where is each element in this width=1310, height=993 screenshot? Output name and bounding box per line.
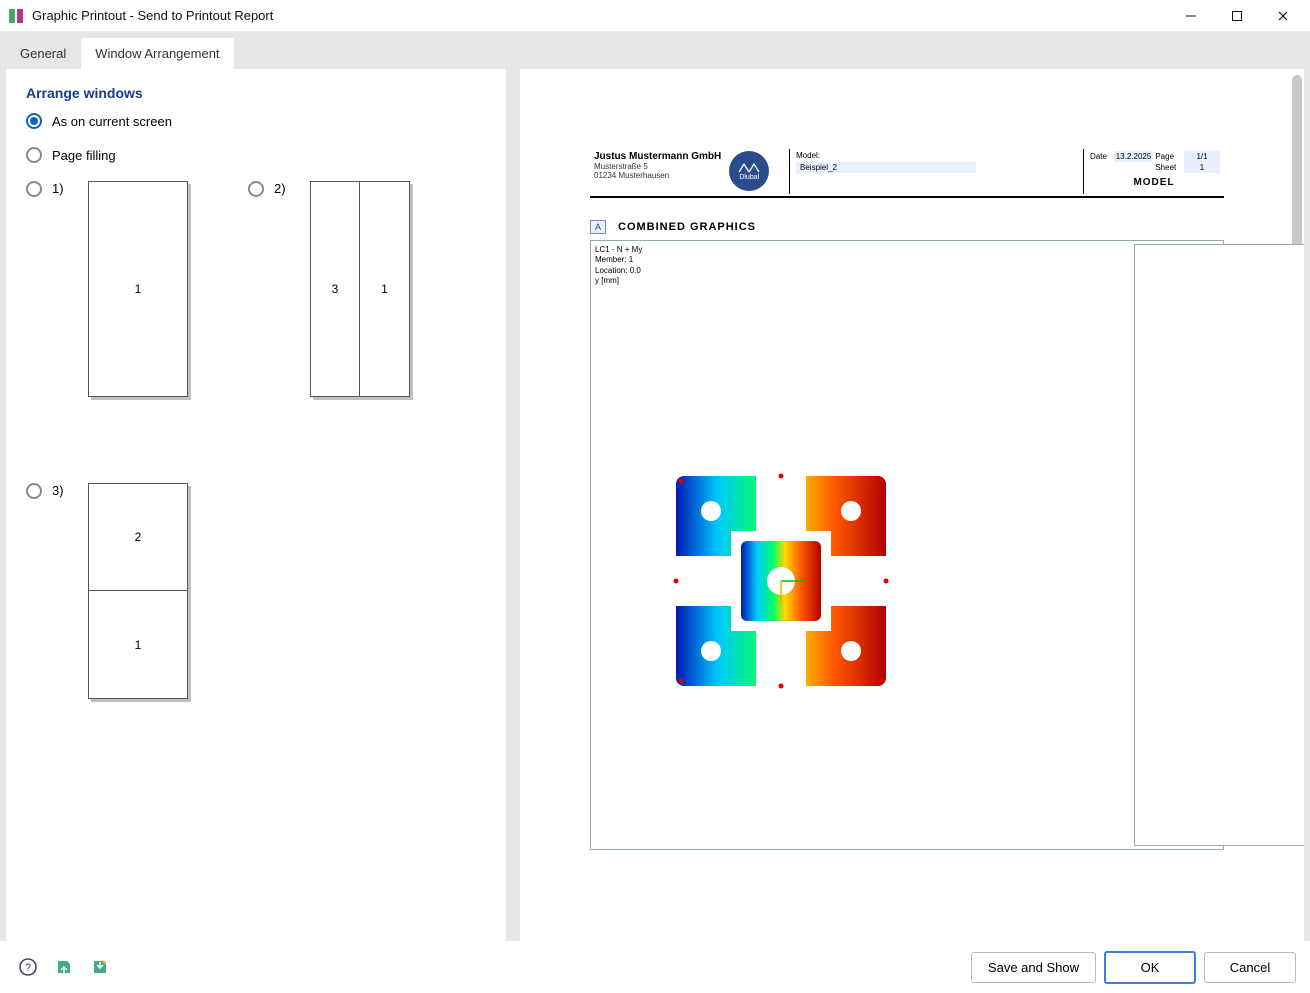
preview-panel: Justus Mustermann GmbH Musterstraße 5 01…: [520, 69, 1304, 941]
info-line-1: LC1 - N + My: [595, 245, 642, 255]
radio-as-on-current-screen[interactable]: [26, 113, 42, 129]
info-line-4: y [mm]: [595, 276, 642, 286]
section-title: Arrange windows: [26, 85, 486, 101]
company-addr1: Musterstraße 5: [594, 162, 721, 171]
radio-layout-2[interactable]: [248, 181, 264, 197]
preview-pane-3b: 1: [89, 591, 187, 698]
info-line-3: Location: 0.0: [595, 266, 642, 276]
bottom-bar: ? Save and Show OK Cancel: [0, 941, 1310, 993]
dlubal-logo-icon: Dlubal: [729, 151, 769, 191]
radio-layout-3[interactable]: [26, 483, 42, 499]
tab-window-arrangement[interactable]: Window Arrangement: [81, 38, 233, 69]
preview-layout-1[interactable]: 1: [88, 181, 188, 397]
svg-text:?: ?: [25, 962, 31, 974]
maximize-button[interactable]: [1214, 0, 1260, 32]
graphic-info: LC1 - N + My Member: 1 Location: 0.0 y […: [595, 245, 642, 287]
logo-text: Dlubal: [739, 174, 759, 181]
preview-pane-2l: 3: [311, 182, 360, 396]
radio-layout-2-label: 2): [274, 181, 300, 196]
radio-as-on-current-screen-label[interactable]: As on current screen: [52, 114, 172, 129]
sheet-label: Sheet: [1153, 162, 1184, 173]
export-settings-button[interactable]: [86, 953, 114, 981]
save-and-show-button[interactable]: Save and Show: [971, 952, 1096, 983]
options-panel: Arrange windows As on current screen Pag…: [6, 69, 506, 941]
section-title-text: COMBINED GRAPHICS: [618, 221, 756, 233]
minimize-button[interactable]: [1168, 0, 1214, 32]
model-value: Beispiel_2: [796, 162, 976, 173]
help-button[interactable]: ?: [14, 953, 42, 981]
date-label: Date: [1088, 151, 1114, 162]
document-page: Justus Mustermann GmbH Musterstraße 5 01…: [580, 129, 1234, 941]
titlebar: Graphic Printout - Send to Printout Repo…: [0, 0, 1310, 32]
ok-button[interactable]: OK: [1104, 951, 1196, 984]
graphic-frame-1: LC1 - N + My Member: 1 Location: 0.0 y […: [590, 240, 1224, 850]
app-icon: [8, 8, 24, 24]
section-marker: A: [590, 220, 606, 234]
sheet-value: 1: [1184, 162, 1220, 173]
graphic-frame-2: Section Properties | Ordinates y [mm] 30…: [1134, 244, 1304, 846]
preview-layout-3[interactable]: 2 1: [88, 483, 188, 699]
section-header: A COMBINED GRAPHICS: [590, 220, 1224, 234]
page-label: Page: [1153, 151, 1184, 162]
page-value: 1/1: [1184, 151, 1220, 162]
document-header: Justus Mustermann GmbH Musterstraße 5 01…: [590, 149, 1224, 198]
cross-section-render: [671, 471, 891, 691]
preview-pane-3t: 2: [89, 484, 187, 591]
preview-pane-1: 1: [89, 182, 187, 396]
model-band: MODEL: [1088, 173, 1220, 192]
tab-bar: General Window Arrangement: [6, 38, 1304, 69]
preview-layout-2[interactable]: 3 1: [310, 181, 410, 397]
window-title: Graphic Printout - Send to Printout Repo…: [32, 8, 273, 23]
model-label: Model:: [796, 151, 1077, 160]
date-value: 13.2.2025: [1114, 151, 1154, 162]
company-name: Justus Mustermann GmbH: [594, 151, 721, 162]
info-line-2: Member: 1: [595, 255, 642, 265]
radio-layout-1-label: 1): [52, 181, 78, 196]
tab-general[interactable]: General: [6, 38, 80, 69]
cancel-button[interactable]: Cancel: [1204, 952, 1296, 983]
preview-pane-2r: 1: [360, 182, 409, 396]
radio-page-filling[interactable]: [26, 147, 42, 163]
radio-layout-1[interactable]: [26, 181, 42, 197]
radio-page-filling-label[interactable]: Page filling: [52, 148, 116, 163]
close-button[interactable]: [1260, 0, 1306, 32]
company-addr2: 01234 Musterhausen: [594, 171, 721, 180]
import-settings-button[interactable]: [50, 953, 78, 981]
radio-layout-3-label: 3): [52, 483, 78, 498]
